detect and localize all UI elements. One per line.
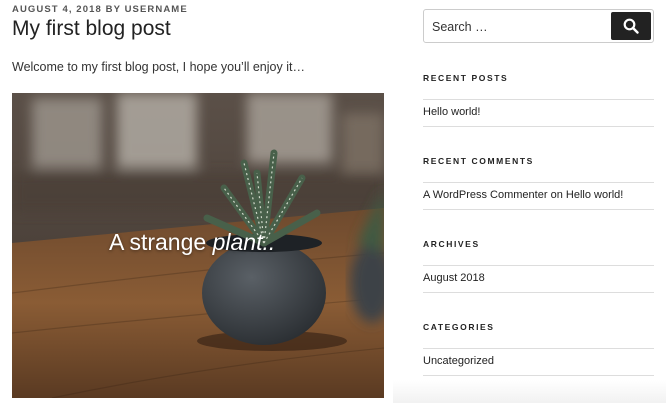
recent-comments-title: RECENT COMMENTS	[423, 156, 534, 166]
comment-post-link[interactable]: Hello world!	[566, 189, 623, 201]
image-caption: A strange plant..	[109, 229, 275, 256]
archives-title: ARCHIVES	[423, 239, 480, 249]
divider	[423, 182, 654, 183]
divider	[423, 375, 654, 376]
post-featured-image[interactable]: A strange plant..	[12, 93, 384, 398]
image-caption-italic: plant..	[212, 229, 276, 255]
recent-post-link[interactable]: Hello world!	[423, 106, 480, 118]
search-button[interactable]	[611, 12, 651, 40]
post-by-label: BY	[105, 4, 121, 15]
category-link[interactable]: Uncategorized	[423, 355, 494, 367]
divider	[423, 265, 654, 266]
divider	[423, 99, 654, 100]
divider	[423, 292, 654, 293]
image-caption-text: A strange	[109, 229, 213, 255]
comment-on-label: on	[550, 189, 563, 201]
divider	[423, 209, 654, 210]
search-icon	[623, 18, 639, 34]
search-input[interactable]	[432, 18, 602, 36]
search-form	[423, 9, 654, 43]
recent-posts-title: RECENT POSTS	[423, 73, 509, 83]
divider	[423, 348, 654, 349]
comment-author-link[interactable]: A WordPress Commenter	[423, 189, 548, 201]
archive-link[interactable]: August 2018	[423, 272, 485, 284]
post-title[interactable]: My first blog post	[12, 17, 171, 41]
bottom-fade	[393, 380, 666, 403]
divider	[423, 126, 654, 127]
recent-comment-item: A WordPress Commenter on Hello world!	[423, 189, 623, 201]
post-date-link[interactable]: AUGUST 4, 2018	[12, 4, 102, 15]
categories-title: CATEGORIES	[423, 322, 495, 332]
post-author-link[interactable]: USERNAME	[125, 4, 188, 15]
post-meta: AUGUST 4, 2018 BY USERNAME	[12, 4, 188, 15]
post-excerpt: Welcome to my first blog post, I hope yo…	[12, 60, 305, 74]
